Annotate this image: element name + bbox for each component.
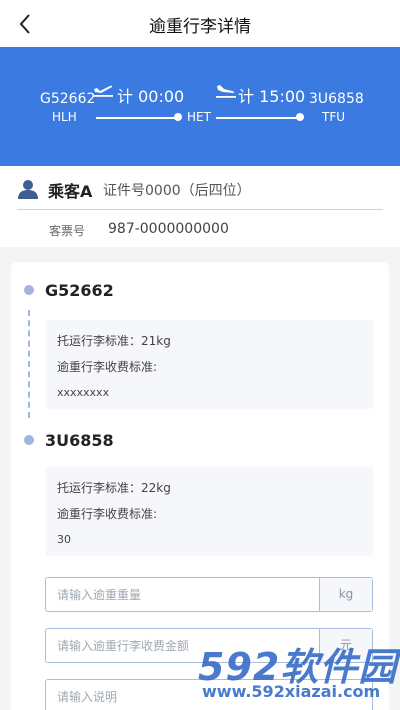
watermark-logo: 592软件园 www.592xiazai.com [196,636,400,710]
weight-input-group: kg [45,577,373,612]
segment-flight: G52662 [45,281,114,300]
transit-city: HET [187,110,211,124]
departure-flight-code: G52662 [40,91,96,107]
fee-label: 逾重行李收费标准: [57,507,158,521]
ticket-number: 987-0000000000 [108,221,229,237]
user-icon [17,179,39,203]
passenger-panel: 乘客A 证件号0000（后四位） 客票号 987-0000000000 [0,166,400,247]
arrival-city: TFU [322,110,346,124]
watermark-url: www.592xiazai.com [202,682,381,701]
landing-icon [215,82,237,104]
departure-time: 计 00:00 [117,87,185,106]
weight-unit: kg [319,578,372,611]
fee-value: xxxxxxxx [57,386,110,399]
arrival-flight-code: 3U6858 [309,91,364,107]
weight-input[interactable] [46,578,318,611]
nav-bar: 逾重行李详情 [0,0,400,47]
segment-info-box: 托运行李标准：21kg 逾重行李收费标准: xxxxxxxx [46,320,373,409]
fee-value: 30 [57,533,71,546]
timeline-dot [24,285,34,295]
route-line [96,117,176,119]
departure-city: HLH [52,110,77,124]
fee-label: 逾重行李收费标准: [57,360,158,374]
page-title: 逾重行李详情 [149,17,251,37]
timeline-line [28,310,30,418]
route-dot [296,113,304,121]
segment-info-box: 托运行李标准：22kg 逾重行李收费标准: 30 [46,467,373,556]
divider [17,209,383,210]
segment-flight: 3U6858 [45,431,114,450]
arrival-time: 计 15:00 [238,87,306,106]
route-line [216,117,298,119]
passenger-name: 乘客A [48,182,93,201]
baggage-allowance: 托运行李标准：22kg [57,481,171,495]
ticket-label: 客票号 [49,224,86,238]
flight-banner: G52662 HLH 计 00:00 计 15:00 3U6858 TFU HE… [0,47,400,166]
takeoff-icon [92,80,114,102]
passenger-id: 证件号0000（后四位） [103,183,251,199]
baggage-allowance: 托运行李标准：21kg [57,334,171,348]
route-dot [174,113,182,121]
timeline-dot [24,435,34,445]
